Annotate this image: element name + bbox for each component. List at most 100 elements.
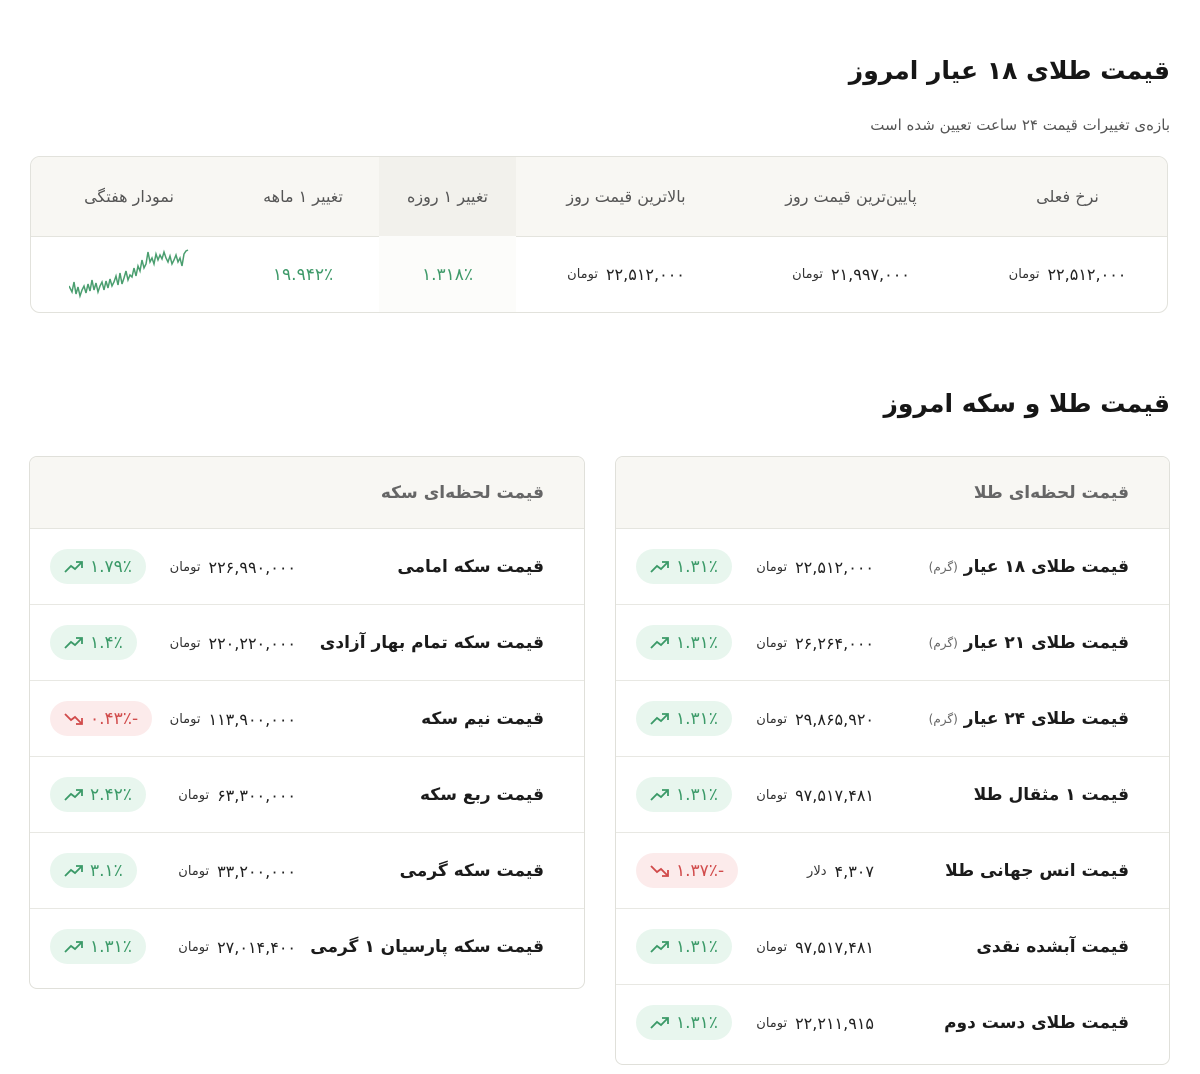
price-row[interactable]: قیمت نیم سکه ۱۱۳,۹۰۰,۰۰۰ تومان -۰.۴۳٪ [30,681,584,757]
price-unit: تومان [756,787,788,803]
trending-up-icon [650,788,670,802]
change-percent: ۱.۳۱٪ [676,556,718,577]
change-percent: ۱.۳۱٪ [90,936,132,957]
trending-up-icon [650,560,670,574]
price-unit: تومان [756,711,788,727]
value-change-1month: ۱۹.۹۴۲٪ [272,264,334,285]
price-row[interactable]: قیمت سکه پارسیان ۱ گرمی ۲۷,۰۱۴,۴۰۰ تومان ۱.… [30,909,584,985]
change-badge: -۰.۴۳٪ [50,701,153,736]
price-number: ۱۱۳,۹۰۰,۰۰۰ [208,709,296,729]
item-name: قیمت سکه تمام بهار آزادی [320,605,544,681]
item-name-text: قیمت طلای دست دوم [944,1013,1129,1033]
change-percent: ۱.۷۹٪ [90,556,132,577]
change-badge: ۱.۳۱٪ [50,929,146,964]
header-change-1day: تغییر ۱ روزه [407,187,488,206]
item-name: قیمت طلای ۲۱ عیار (گرم) [929,605,1129,681]
item-price: ۲۷,۰۱۴,۴۰۰ تومان [178,909,296,985]
day-high-number: ۲۲,۵۱۲,۰۰۰ [605,265,685,284]
current-rate-number: ۲۲,۵۱۲,۰۰۰ [1047,265,1127,284]
item-name-text: قیمت طلای ۲۴ عیار [963,709,1129,729]
gold18-summary-table: نرخ فعلی پایین‌ترین قیمت روز بالاترین قی… [30,156,1168,313]
change-badge: ۱.۷۹٪ [50,549,146,584]
item-price: ۶۳,۳۰۰,۰۰۰ تومان [178,757,296,833]
price-unit: تومان [169,711,201,727]
header-current-rate: نرخ فعلی [1036,187,1099,206]
item-price: ۲۶,۲۶۴,۰۰۰ تومان [756,605,874,681]
item-price: ۴,۳۰۷ دلار [807,833,874,909]
item-name-text: قیمت آبشده نقدی [976,937,1129,957]
item-name: قیمت آبشده نقدی [976,909,1129,985]
item-price: ۲۹,۸۶۵,۹۲۰ تومان [756,681,874,757]
header-change-1month: تغییر ۱ ماهه [263,187,343,206]
price-row[interactable]: قیمت ربع سکه ۶۳,۳۰۰,۰۰۰ تومان ۲.۴۲٪ [30,757,584,833]
item-name-text: قیمت سکه گرمی [399,861,544,881]
price-unit: تومان [756,1015,788,1031]
trending-up-icon [64,788,84,802]
day-low-number: ۲۱,۹۹۷,۰۰۰ [830,265,910,284]
coin-live-header: قیمت لحظه‌ای سکه [30,457,584,529]
item-price: ۲۲۶,۹۹۰,۰۰۰ تومان [170,529,296,605]
price-unit: تومان [756,559,788,575]
weekly-sparkline [31,236,227,312]
gold-rows: قیمت طلای ۱۸ عیار (گرم) ۲۲,۵۱۲,۰۰۰ تومان ۱.۳… [616,529,1169,1061]
price-row[interactable]: قیمت آبشده نقدی ۹۷,۵۱۷,۴۸۱ تومان ۱.۳۱٪ [616,909,1169,985]
price-number: ۲۹,۸۶۵,۹۲۰ [795,709,874,729]
change-percent: ۱.۳۱٪ [676,936,718,957]
header-day-low: پایین‌ترین قیمت روز [785,187,917,206]
item-price: ۳۳,۲۰۰,۰۰۰ تومان [178,833,296,909]
item-price: ۱۱۳,۹۰۰,۰۰۰ تومان [170,681,296,757]
item-name: قیمت طلای ۱۸ عیار (گرم) [929,529,1129,605]
price-unit: تومان [756,939,788,955]
price-unit: دلار [807,863,827,879]
item-name: قیمت سکه گرمی [400,833,544,909]
item-price: ۹۷,۵۱۷,۴۸۱ تومان [756,909,874,985]
trending-up-icon [650,1016,670,1030]
item-price: ۲۲,۲۱۱,۹۱۵ تومان [756,985,874,1061]
gold-live-header: قیمت لحظه‌ای طلا [616,457,1169,529]
header-weekly-chart: نمودار هفتگی [84,187,174,206]
item-name: قیمت طلای ۲۴ عیار (گرم) [929,681,1129,757]
price-row[interactable]: قیمت ۱ مثقال طلا ۹۷,۵۱۷,۴۸۱ تومان ۱.۳۱٪ [616,757,1169,833]
item-name-text: قیمت ۱ مثقال طلا [973,785,1129,805]
trending-down-icon [64,712,84,726]
value-day-low: ۲۱,۹۹۷,۰۰۰ تومان [736,236,966,312]
coin-live-card: قیمت لحظه‌ای سکه قیمت سکه امامی ۲۲۶,۹۹۰,۰… [29,456,585,989]
price-number: ۹۷,۵۱۷,۴۸۱ [795,785,874,805]
trending-up-icon [64,940,84,954]
item-name-text: قیمت سکه تمام بهار آزادی [319,633,544,653]
price-number: ۲۲۶,۹۹۰,۰۰۰ [208,557,296,577]
item-name-text: قیمت ربع سکه [420,785,544,805]
price-row[interactable]: قیمت طلای ۲۴ عیار (گرم) ۲۹,۸۶۵,۹۲۰ تومان ۱.۳… [616,681,1169,757]
day-low-unit: تومان [792,267,823,282]
item-name: قیمت انس جهانی طلا [945,833,1129,909]
price-row[interactable]: قیمت سکه تمام بهار آزادی ۲۲۰,۲۲۰,۰۰۰ تومان… [30,605,584,681]
price-unit: تومان [169,559,201,575]
price-number: ۲۶,۲۶۴,۰۰۰ [795,633,874,653]
price-row[interactable]: قیمت طلای ۲۱ عیار (گرم) ۲۶,۲۶۴,۰۰۰ تومان ۱.۳… [616,605,1169,681]
trending-up-icon [650,712,670,726]
item-price: ۲۲۰,۲۲۰,۰۰۰ تومان [170,605,296,681]
change-badge: ۱.۳۱٪ [636,701,732,736]
item-unit-note: (گرم) [928,712,958,726]
item-name-text: قیمت طلای ۱۸ عیار [963,557,1129,577]
price-number: ۲۷,۰۱۴,۴۰۰ [217,937,296,957]
price-row[interactable]: قیمت سکه گرمی ۳۳,۲۰۰,۰۰۰ تومان ۳.۱٪ [30,833,584,909]
item-name: قیمت سکه امامی [397,529,544,605]
price-number: ۶۳,۳۰۰,۰۰۰ [217,785,296,805]
gold-coin-title: قیمت طلا و سکه امروز [883,389,1171,418]
change-percent: ۱.۳۱٪ [676,632,718,653]
price-number: ۲۲,۲۱۱,۹۱۵ [795,1013,874,1033]
header-day-high: بالاترین قیمت روز [566,187,686,206]
price-row[interactable]: قیمت طلای دست دوم ۲۲,۲۱۱,۹۱۵ تومان ۱.۳۱٪ [616,985,1169,1061]
value-change-1day: ۱.۳۱۸٪ [421,264,474,285]
price-unit: تومان [178,863,210,879]
change-percent: -۰.۴۳٪ [90,708,139,729]
price-row[interactable]: قیمت انس جهانی طلا ۴,۳۰۷ دلار -۱.۳۷٪ [616,833,1169,909]
change-percent: ۳.۱٪ [90,860,123,881]
current-rate-unit: تومان [1008,267,1040,282]
price-row[interactable]: قیمت سکه امامی ۲۲۶,۹۹۰,۰۰۰ تومان ۱.۷۹٪ [30,529,584,605]
price-unit: تومان [169,635,201,651]
trending-up-icon [64,864,84,878]
price-row[interactable]: قیمت طلای ۱۸ عیار (گرم) ۲۲,۵۱۲,۰۰۰ تومان ۱.۳… [616,529,1169,605]
value-current-rate: ۲۲,۵۱۲,۰۰۰ تومان [966,236,1167,312]
